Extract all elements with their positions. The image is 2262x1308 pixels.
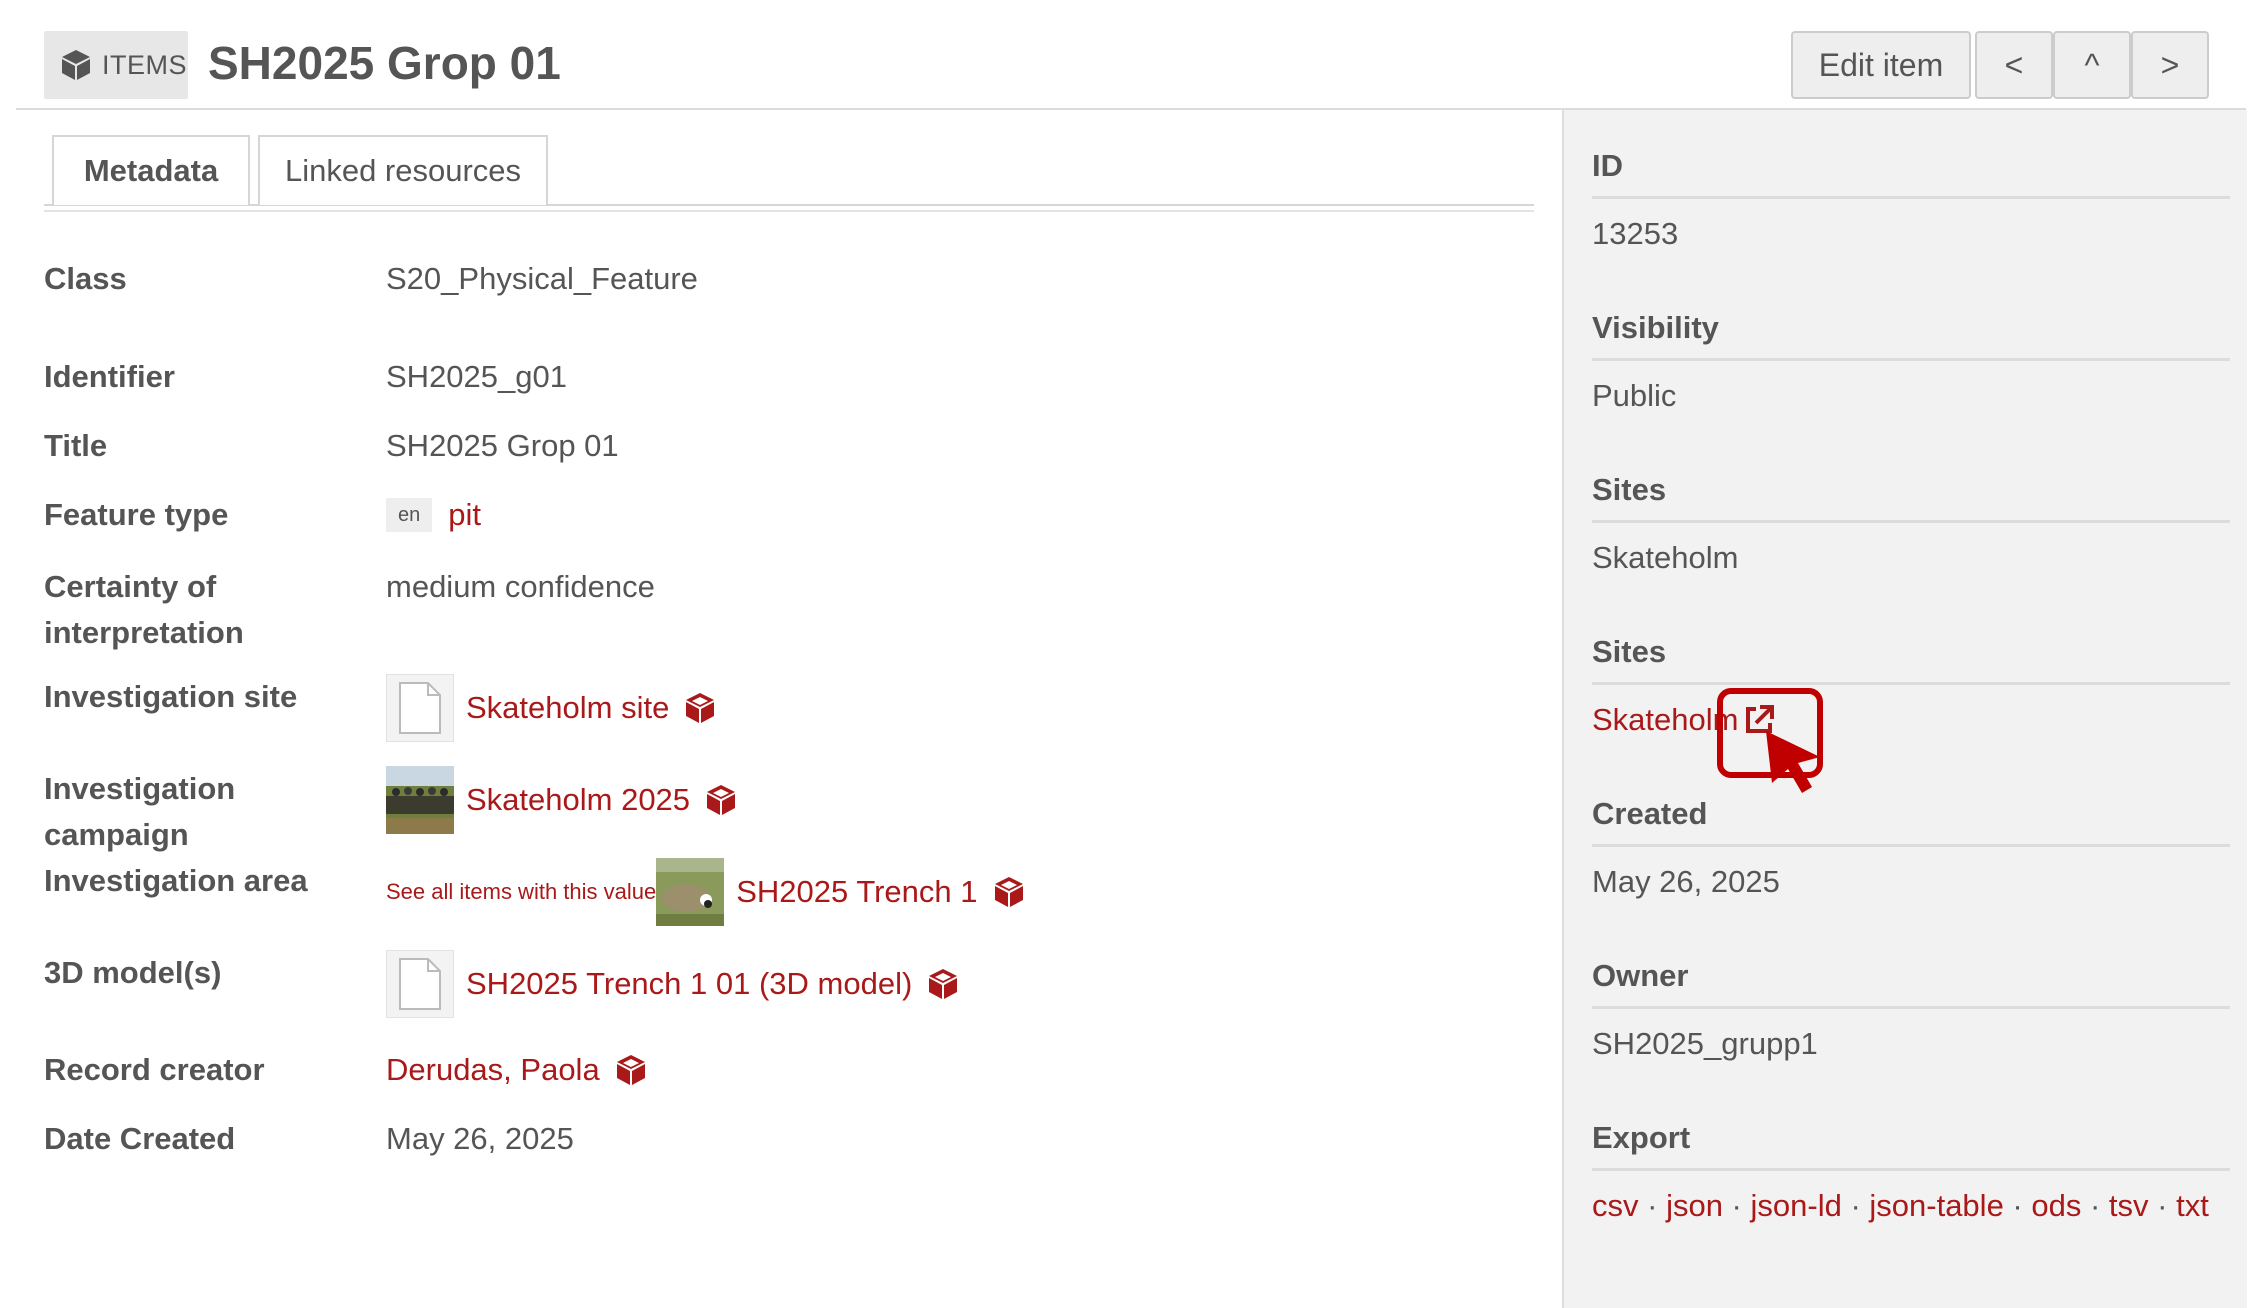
property-label: Class [44,261,127,296]
sidebar-heading-sites-external: Sites [1592,634,1667,669]
property-label: Investigation site [44,679,298,714]
document-thumbnail[interactable] [386,674,454,742]
sidebar-divider [1592,358,2230,361]
sidebar-divider [1592,196,2230,199]
edit-item-button[interactable]: Edit item [1791,31,1971,99]
sidebar: ID 13253 Visibility Public Sites Skateho… [1562,110,2247,1308]
see-all-items-link[interactable]: See all items with this value [386,869,656,915]
tab-metadata[interactable]: Metadata [52,135,250,205]
feature-type-link[interactable]: pit [448,492,481,538]
property-label: Investigation area [44,863,308,898]
export-json-ld-link[interactable]: json-ld [1751,1188,1842,1223]
cube-icon[interactable] [704,783,738,817]
property-label: Certainty of interpretation [44,564,384,656]
record-creator-link[interactable]: Derudas, Paola [386,1047,600,1093]
property-value: en pit [386,492,481,538]
document-thumbnail[interactable] [386,950,454,1018]
pointer-cursor-icon [1766,731,1820,793]
cube-icon[interactable] [614,1053,648,1087]
property-value: SH2025_g01 [386,359,567,394]
sidebar-divider [1592,520,2230,523]
sidebar-divider [1592,682,2230,685]
sidebar-value-id: 13253 [1592,216,1679,251]
items-badge-label: ITEMS [102,49,188,80]
property-label: Identifier [44,359,175,394]
sidebar-heading-owner: Owner [1592,958,1689,993]
property-label: Investigation campaign [44,771,236,852]
export-ods-link[interactable]: ods [2031,1188,2081,1223]
page-title: SH2025 Grop 01 [208,37,561,89]
export-txt-link[interactable]: txt [2176,1188,2209,1223]
property-label-line: Certainty of [44,569,217,604]
property-label-line: interpretation [44,615,244,650]
next-item-button[interactable]: > [2131,31,2209,99]
sidebar-value-created: May 26, 2025 [1592,864,1780,899]
property-value: Derudas, Paola [386,1047,648,1093]
document-icon [399,958,441,1010]
export-format-list: csv · json · json-ld · json-table · ods … [1592,1188,2209,1224]
cube-icon[interactable] [683,691,717,725]
export-separator: · [1841,1188,1870,1223]
property-value: Skateholm 2025 [386,766,738,834]
export-csv-link[interactable]: csv [1592,1188,1639,1223]
cube-icon[interactable] [926,967,960,1001]
sidebar-value-owner: SH2025_grupp1 [1592,1026,1818,1061]
sidebar-heading-visibility: Visibility [1592,310,1719,345]
export-tsv-link[interactable]: tsv [2109,1188,2149,1223]
items-badge[interactable]: ITEMS [44,31,188,99]
sidebar-site-link[interactable]: Skateholm [1592,540,1738,576]
tabs-divider-secondary [44,210,1534,212]
sidebar-divider [1592,1006,2230,1009]
property-value: SH2025 Trench 1 01 (3D model) [386,950,960,1018]
property-value: SH2025 Grop 01 [386,428,619,463]
property-value: See all items with this value SH2025 Tre… [386,858,1026,926]
sidebar-heading-id: ID [1592,148,1623,183]
language-tag: en [386,498,433,532]
sidebar-heading-export: Export [1592,1120,1691,1155]
export-json-table-link[interactable]: json-table [1869,1188,2003,1223]
property-value: Skateholm site [386,674,717,742]
export-separator: · [2003,1188,2032,1223]
property-label: Feature type [44,497,229,532]
export-separator: · [1722,1188,1751,1223]
cube-icon [62,50,90,80]
property-label: Date Created [44,1121,236,1156]
campaign-photo-thumbnail[interactable] [386,766,454,834]
cube-icon[interactable] [992,875,1026,909]
sidebar-divider [1592,844,2230,847]
property-value: medium confidence [386,569,655,604]
sidebar-heading-created: Created [1592,796,1708,831]
trench-photo-thumbnail[interactable] [656,858,725,926]
document-icon [399,682,441,734]
property-label: Record creator [44,1052,265,1087]
investigation-area-link[interactable]: SH2025 Trench 1 [736,869,977,915]
property-value: May 26, 2025 [386,1121,574,1156]
tab-linked-resources[interactable]: Linked resources [258,135,548,205]
export-separator: · [1638,1188,1667,1223]
property-value: S20_Physical_Feature [386,261,698,296]
page-header: ITEMS SH2025 Grop 01 Edit item < ^ > [0,0,2262,110]
sidebar-heading-sites: Sites [1592,472,1667,507]
export-json-link[interactable]: json [1666,1188,1723,1223]
previous-item-button[interactable]: < [1975,31,2053,99]
property-label: 3D model(s) [44,955,222,990]
up-button[interactable]: ^ [2053,31,2131,99]
export-separator: · [2148,1188,2177,1223]
investigation-campaign-link[interactable]: Skateholm 2025 [466,777,690,823]
investigation-site-link[interactable]: Skateholm site [466,685,669,731]
export-separator: · [2081,1188,2109,1223]
3d-model-link[interactable]: SH2025 Trench 1 01 (3D model) [466,961,912,1007]
sidebar-divider [1592,1168,2230,1171]
property-label: Title [44,428,108,463]
sidebar-value-visibility: Public [1592,378,1677,413]
